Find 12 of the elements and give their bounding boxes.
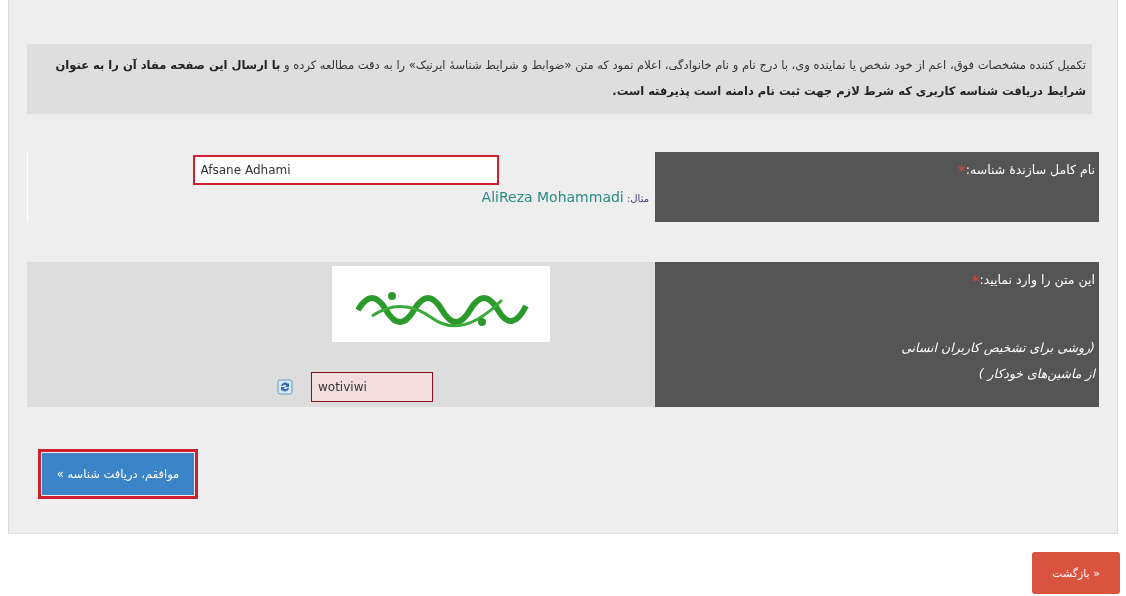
back-button[interactable]: « بازگشت [1032, 552, 1120, 594]
refresh-icon[interactable] [277, 379, 293, 395]
required-mark: * [971, 272, 980, 291]
hint-text: (روشی برای تشخیص کاربران انسانی [900, 339, 1095, 357]
name-field[interactable]: Afsane Adhami [192, 155, 499, 185]
captcha-field[interactable]: wotiviwi [311, 372, 433, 402]
hint-text: از ماشین‌های خودکار ) [977, 365, 1095, 383]
field-label: نام کامل سازندهٔ شناسه: [965, 162, 1095, 177]
required-mark: * [957, 162, 966, 181]
agree-button[interactable]: موافقم، دریافت شناسه » [42, 453, 194, 495]
field-label: این متن را وارد نمایید: [979, 272, 1095, 287]
terms-notice: تکمیل کننده مشخصات فوق، اعم از خود شخص یا نماینده وی، با درج نام و نام خانوادگی، اعلام نمود که متن «ضوابط و شرایط شناسهٔ ایرنیک» را به دقت مطالعه کرده و با ارسال این صفحه مفاد آن را به عنوان شرایط دریافت شناسه کاربری که شرط لازم جهت ثبت نام دامنه است پذیرفته است. [27, 44, 1092, 114]
